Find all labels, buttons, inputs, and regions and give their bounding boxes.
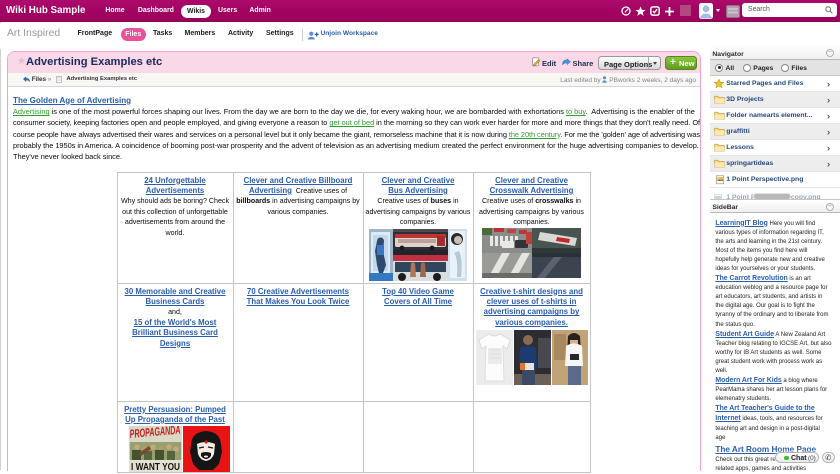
svg-text:I WANT YOU: I WANT YOU	[131, 462, 180, 472]
